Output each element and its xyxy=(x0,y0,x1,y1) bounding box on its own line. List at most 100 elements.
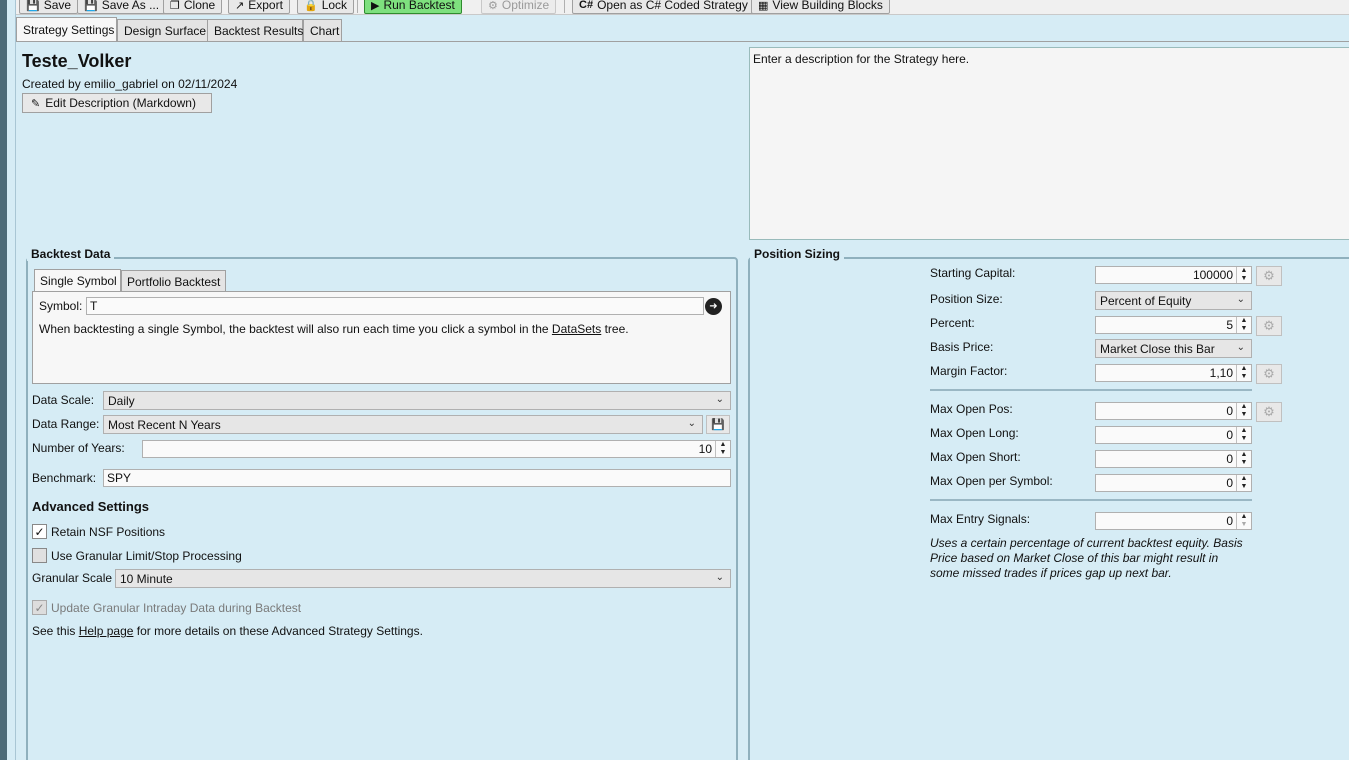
section-divider xyxy=(930,499,1252,501)
spin-up-icon[interactable]: ▲ xyxy=(716,441,730,449)
spin-up-icon[interactable]: ▲ xyxy=(1237,451,1251,459)
optimize-button[interactable]: ⚙ Optimize xyxy=(481,0,557,14)
help-text: See this Help page for more details on t… xyxy=(32,624,423,638)
spin-down-icon[interactable]: ▼ xyxy=(1237,325,1251,333)
spin-up-icon[interactable]: ▲ xyxy=(1237,513,1251,521)
use-granular-checkbox[interactable] xyxy=(32,548,47,563)
play-icon: ▶ xyxy=(371,0,380,12)
symbol-input[interactable]: T xyxy=(86,297,704,315)
tab-single-symbol[interactable]: Single Symbol xyxy=(34,269,121,292)
edit-description-button[interactable]: ✎ Edit Description (Markdown) xyxy=(22,93,212,113)
chevron-down-icon: ⌄ xyxy=(1236,342,1245,353)
clone-button[interactable]: ❐ Clone xyxy=(163,0,223,14)
spin-buttons[interactable]: ▲ ▼ xyxy=(1236,451,1251,467)
gear-icon: ⚙ xyxy=(1263,318,1275,333)
spin-down-icon[interactable]: ▼ xyxy=(716,449,730,457)
spin-up-icon[interactable]: ▲ xyxy=(1237,427,1251,435)
spin-up-icon[interactable]: ▲ xyxy=(1237,475,1251,483)
update-granular-label: Update Granular Intraday Data during Bac… xyxy=(51,601,302,615)
single-symbol-hint: When backtesting a single Symbol, the ba… xyxy=(39,322,629,336)
spin-buttons[interactable]: ▲ ▼ xyxy=(1236,513,1251,529)
chevron-down-icon: ⌄ xyxy=(1236,294,1245,305)
tab-strategy-settings[interactable]: Strategy Settings xyxy=(16,17,117,42)
save-as-button[interactable]: 💾 Save As ... xyxy=(77,0,167,14)
starting-capital-stepper[interactable]: 100000 ▲ ▼ xyxy=(1095,266,1252,284)
benchmark-input[interactable]: SPY xyxy=(103,469,731,487)
max-open-long-stepper[interactable]: 0 ▲ ▼ xyxy=(1095,426,1252,444)
run-backtest-button[interactable]: ▶ Run Backtest xyxy=(364,0,462,14)
go-arrow-icon[interactable]: ➜ xyxy=(705,298,722,315)
position-size-select[interactable]: Percent of Equity ⌄ xyxy=(1095,291,1252,310)
granular-scale-label: Granular Scale xyxy=(32,571,113,585)
optimize-max-open-button[interactable]: ⚙ xyxy=(1256,402,1282,422)
max-open-symbol-stepper[interactable]: 0 ▲ ▼ xyxy=(1095,474,1252,492)
open-csharp-button[interactable]: C# Open as C# Coded Strategy xyxy=(572,0,755,14)
max-open-pos-stepper[interactable]: 0 ▲ ▼ xyxy=(1095,402,1252,420)
tab-design-surface[interactable]: Design Surface xyxy=(117,19,208,42)
chevron-down-icon: ⌄ xyxy=(715,572,724,583)
data-scale-select[interactable]: Daily ⌄ xyxy=(103,391,731,410)
datasets-link[interactable]: DataSets xyxy=(552,322,601,336)
optimize-margin-button[interactable]: ⚙ xyxy=(1256,364,1282,384)
spin-buttons[interactable]: ▲ ▼ xyxy=(1236,317,1251,333)
data-range-select[interactable]: Most Recent N Years ⌄ xyxy=(103,415,703,434)
edit-icon: ✎ xyxy=(31,97,41,110)
export-button[interactable]: ↗ Export xyxy=(228,0,290,14)
checkmark-icon: ✓ xyxy=(34,600,45,615)
spin-buttons[interactable]: ▲ ▼ xyxy=(1236,475,1251,491)
spin-buttons[interactable]: ▲ ▼ xyxy=(1236,427,1251,443)
margin-factor-label: Margin Factor: xyxy=(930,364,1008,378)
position-sizing-note: Uses a certain percentage of current bac… xyxy=(930,536,1243,580)
position-size-label: Position Size: xyxy=(930,292,1003,306)
save-icon: 💾 xyxy=(26,0,40,12)
gear-icon: ⚙ xyxy=(1263,404,1275,419)
spin-down-icon[interactable]: ▼ xyxy=(1237,435,1251,443)
save-button[interactable]: 💾 Save xyxy=(19,0,79,14)
max-entry-stepper[interactable]: 0 ▲ ▼ xyxy=(1095,512,1252,530)
symbol-label: Symbol: xyxy=(39,299,83,313)
years-stepper[interactable]: 10 ▲ ▼ xyxy=(142,440,731,458)
tab-chart[interactable]: Chart xyxy=(303,19,342,42)
toolbar: 💾 Save 💾 Save As ... ❐ Clone ↗ Export 🔒 Lock … xyxy=(16,0,1349,15)
optimize-capital-button[interactable]: ⚙ xyxy=(1256,266,1282,286)
basis-price-select[interactable]: Market Close this Bar ⌄ xyxy=(1095,339,1252,358)
chevron-down-icon: ⌄ xyxy=(687,418,696,429)
update-granular-checkbox[interactable]: ✓ xyxy=(32,600,47,615)
description-textarea[interactable]: Enter a description for the Strategy her… xyxy=(749,47,1349,240)
spin-buttons[interactable]: ▲ ▼ xyxy=(1236,403,1251,419)
spin-buttons[interactable]: ▲ ▼ xyxy=(1236,267,1251,283)
benchmark-label: Benchmark: xyxy=(32,471,97,485)
max-open-pos-label: Max Open Pos: xyxy=(930,402,1013,416)
spin-down-icon[interactable]: ▼ xyxy=(1237,521,1251,529)
spin-down-icon[interactable]: ▼ xyxy=(1237,459,1251,467)
help-page-link[interactable]: Help page xyxy=(79,624,134,638)
spin-down-icon[interactable]: ▼ xyxy=(1237,373,1251,381)
percent-stepper[interactable]: 5 ▲ ▼ xyxy=(1095,316,1252,334)
spin-buttons[interactable]: ▲ ▼ xyxy=(1236,365,1251,381)
advanced-settings-heading: Advanced Settings xyxy=(32,499,150,514)
optimize-percent-button[interactable]: ⚙ xyxy=(1256,316,1282,336)
retain-nsf-checkbox[interactable]: ✓ xyxy=(32,524,47,539)
tab-portfolio-backtest[interactable]: Portfolio Backtest xyxy=(121,270,226,292)
spin-down-icon[interactable]: ▼ xyxy=(1237,275,1251,283)
basis-price-label: Basis Price: xyxy=(930,340,994,354)
max-open-long-label: Max Open Long: xyxy=(930,426,1019,440)
granular-scale-select[interactable]: 10 Minute ⌄ xyxy=(115,569,731,588)
spin-up-icon[interactable]: ▲ xyxy=(1237,267,1251,275)
max-open-short-stepper[interactable]: 0 ▲ ▼ xyxy=(1095,450,1252,468)
spin-buttons[interactable]: ▲ ▼ xyxy=(715,441,730,457)
tab-backtest-results[interactable]: Backtest Results xyxy=(207,19,303,42)
margin-factor-stepper[interactable]: 1,10 ▲ ▼ xyxy=(1095,364,1252,382)
spin-up-icon[interactable]: ▲ xyxy=(1237,403,1251,411)
view-building-blocks-button[interactable]: ▦ View Building Blocks xyxy=(751,0,890,14)
retain-nsf-label: Retain NSF Positions xyxy=(51,525,166,539)
gear-icon: ⚙ xyxy=(1263,366,1275,381)
data-range-label: Data Range: xyxy=(32,417,100,431)
spin-up-icon[interactable]: ▲ xyxy=(1237,317,1251,325)
spin-down-icon[interactable]: ▼ xyxy=(1237,411,1251,419)
toolbar-separator xyxy=(357,0,358,13)
lock-button[interactable]: 🔒 Lock xyxy=(297,0,355,14)
spin-down-icon[interactable]: ▼ xyxy=(1237,483,1251,491)
spin-up-icon[interactable]: ▲ xyxy=(1237,365,1251,373)
save-range-button[interactable]: 💾 xyxy=(706,415,730,434)
